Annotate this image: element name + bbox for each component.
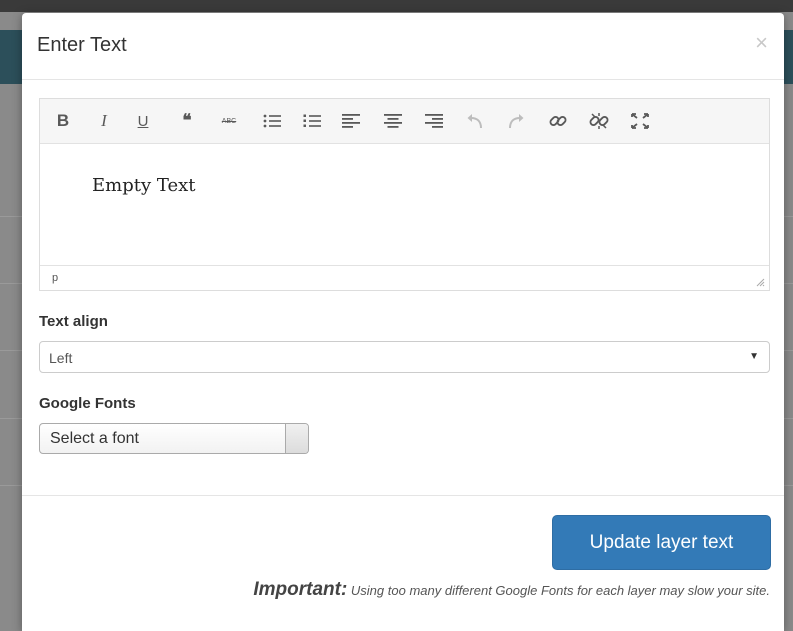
rich-text-editor: B I U ❝ ABC Empty Text p <box>39 98 770 291</box>
backdrop-top-bar <box>0 0 793 12</box>
editor-toolbar: B I U ❝ ABC <box>40 99 769 144</box>
align-right-button[interactable] <box>424 111 444 131</box>
editor-content-text[interactable]: Empty Text <box>92 175 196 196</box>
align-center-button[interactable] <box>383 111 403 131</box>
italic-icon: I <box>101 111 107 130</box>
blockquote-button[interactable]: ❝ <box>176 111 196 131</box>
modal-footer-divider <box>22 495 784 496</box>
underline-icon: U <box>137 112 149 130</box>
undo-icon <box>467 114 482 129</box>
resize-handle-icon[interactable] <box>756 278 765 287</box>
update-layer-text-button[interactable]: Update layer text <box>552 515 771 570</box>
google-font-select[interactable]: Select a font <box>39 423 309 454</box>
link-icon <box>549 116 567 126</box>
modal-header: Enter Text × <box>22 13 784 80</box>
close-icon[interactable]: × <box>755 32 768 54</box>
unlink-icon <box>589 113 609 129</box>
important-label: Important: <box>253 579 348 600</box>
enter-text-modal: Enter Text × B I U ❝ ABC Empty Text p Te… <box>22 13 784 631</box>
numbered-list-button[interactable] <box>302 111 322 131</box>
element-path[interactable]: p <box>52 272 58 284</box>
important-note-text: Using too many different Google Fonts fo… <box>347 583 770 598</box>
underline-button[interactable]: U <box>135 111 151 131</box>
align-left-icon <box>342 114 360 128</box>
text-align-select[interactable]: Left ▼ <box>39 341 770 373</box>
important-note: Important: Using too many different Goog… <box>253 579 770 601</box>
editor-statusbar: p <box>40 265 769 291</box>
font-select-handle[interactable] <box>285 424 308 453</box>
fullscreen-button[interactable] <box>630 111 650 131</box>
font-select-placeholder: Select a font <box>50 430 139 447</box>
redo-button[interactable] <box>506 111 526 131</box>
fullscreen-icon <box>631 113 649 129</box>
align-right-icon <box>425 114 443 128</box>
bold-button[interactable]: B <box>55 111 71 131</box>
bullet-list-icon <box>263 114 281 128</box>
unlink-button[interactable] <box>588 111 610 131</box>
google-fonts-label: Google Fonts <box>39 395 136 412</box>
strikethrough-button[interactable]: ABC <box>218 111 240 131</box>
italic-button[interactable]: I <box>96 111 112 131</box>
bold-icon: B <box>56 111 70 130</box>
redo-icon <box>509 114 524 129</box>
undo-button[interactable] <box>465 111 485 131</box>
modal-title: Enter Text <box>37 34 127 56</box>
caret-down-icon: ▼ <box>749 351 759 362</box>
text-align-value: Left <box>49 350 73 366</box>
quote-icon: ❝ <box>182 111 191 130</box>
strikethrough-icon: ABC <box>221 117 237 125</box>
numbered-list-icon <box>303 114 321 127</box>
align-center-icon <box>384 114 402 128</box>
align-left-button[interactable] <box>341 111 361 131</box>
text-align-label: Text align <box>39 313 108 330</box>
editor-content-area[interactable]: Empty Text <box>40 144 769 264</box>
bullet-list-button[interactable] <box>262 111 282 131</box>
link-button[interactable] <box>548 111 568 131</box>
